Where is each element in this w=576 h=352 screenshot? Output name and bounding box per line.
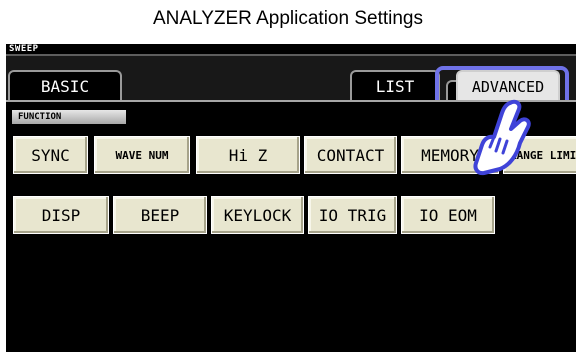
sync-button[interactable]: SYNC (13, 136, 88, 174)
wave-num-button[interactable]: WAVE NUM (94, 136, 190, 174)
io-eom-button[interactable]: IO EOM (401, 196, 495, 234)
device-screen: SWEEP BASIC LIST ADVANCED FUNCTION SYNC … (6, 44, 576, 352)
tap-hand-icon (473, 99, 531, 176)
tab-bar: BASIC LIST ADVANCED (6, 54, 576, 116)
disp-button[interactable]: DISP (13, 196, 109, 234)
io-trig-button[interactable]: IO TRIG (308, 196, 397, 234)
beep-button[interactable]: BEEP (113, 196, 207, 234)
hi-z-button[interactable]: Hi Z (196, 136, 300, 174)
contact-button[interactable]: CONTACT (304, 136, 397, 174)
mode-label: SWEEP (9, 44, 39, 54)
keylock-button[interactable]: KEYLOCK (211, 196, 304, 234)
function-section-label: FUNCTION (12, 110, 126, 124)
tab-basic[interactable]: BASIC (8, 70, 122, 100)
window-title: ANALYZER Application Settings (152, 8, 423, 29)
tab-list[interactable]: LIST (350, 70, 440, 100)
